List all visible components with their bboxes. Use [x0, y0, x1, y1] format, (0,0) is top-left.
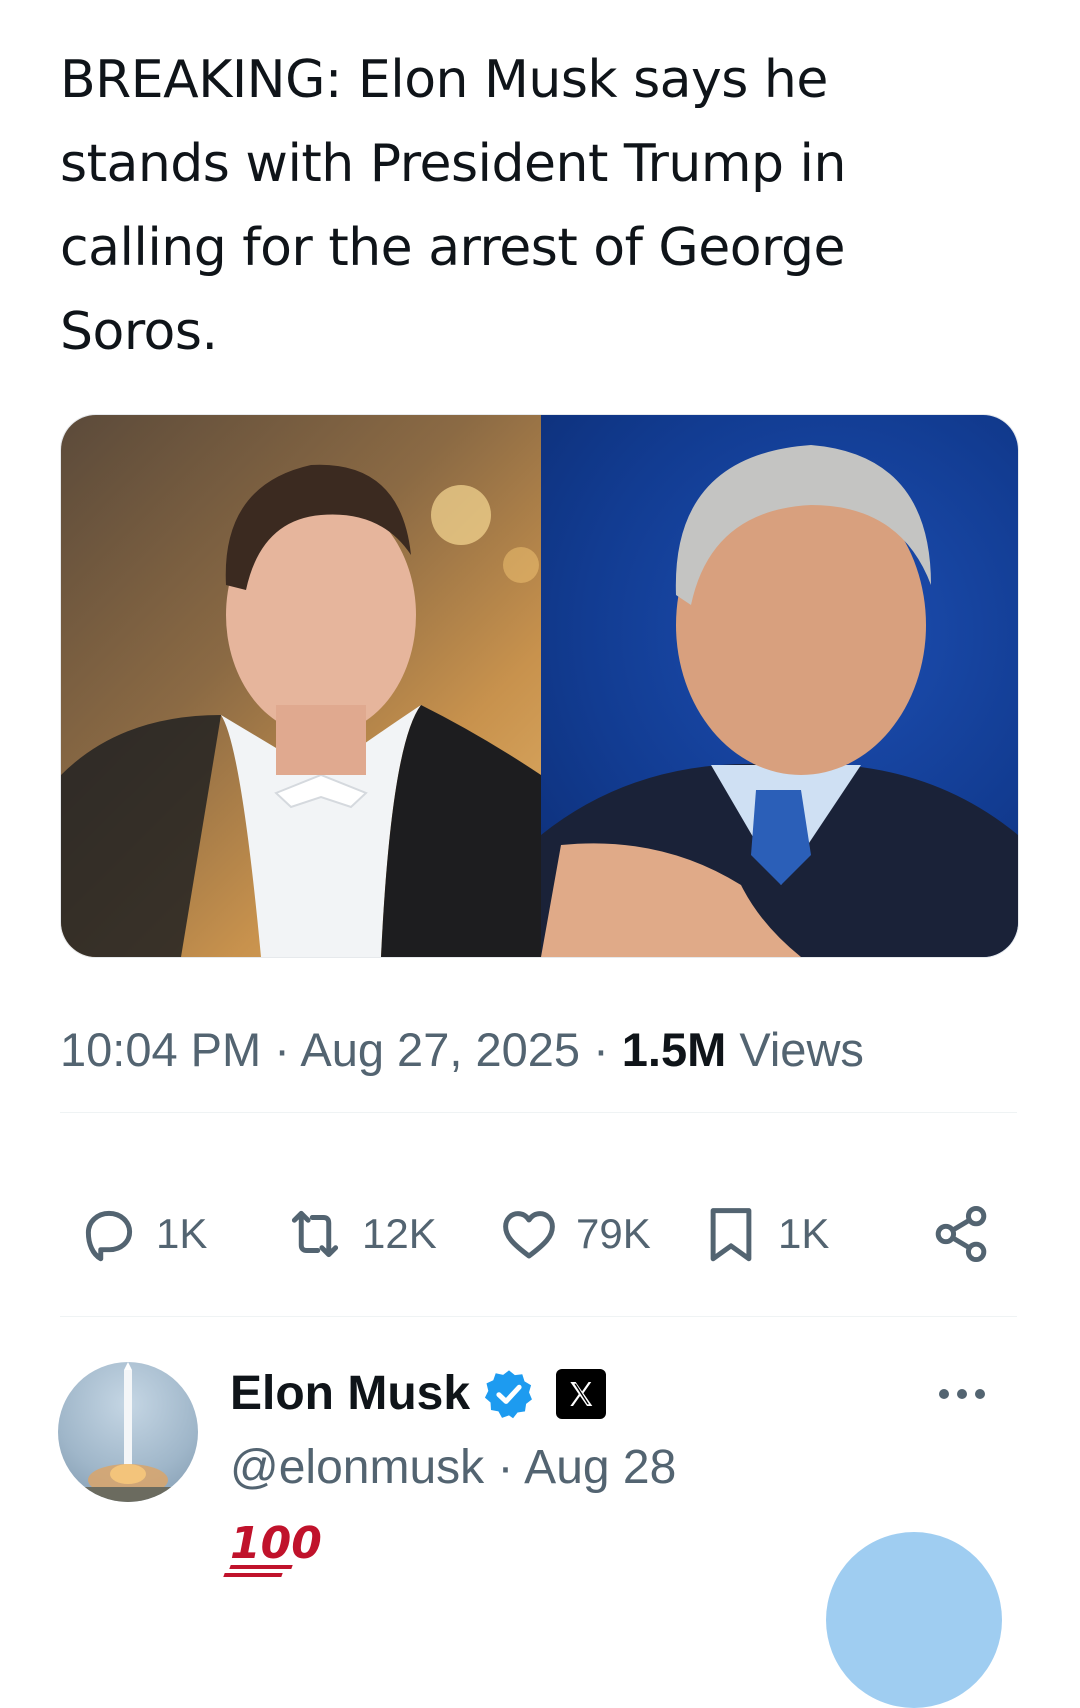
reply-body-text: 100 [230, 1518, 322, 1569]
compose-fab-button[interactable] [826, 1532, 1002, 1708]
divider-top [60, 1112, 1017, 1113]
like-icon [503, 1211, 555, 1259]
emoji-underline [223, 1573, 283, 1577]
author-name[interactable]: Elon Musk [230, 1366, 470, 1421]
bookmark-button[interactable]: 1K [698, 1198, 829, 1270]
hundred-points-emoji: 100 [223, 1518, 322, 1577]
portrait-right-graphic [541, 445, 1018, 957]
tweet-media[interactable] [60, 414, 1019, 958]
reply-button[interactable]: 1K [76, 1198, 207, 1270]
reply-date[interactable]: Aug 28 [524, 1441, 676, 1494]
handle-separator: · [484, 1441, 525, 1494]
repost-icon [291, 1210, 339, 1258]
divider-bottom [60, 1316, 1017, 1317]
meta-separator: · [580, 1023, 622, 1076]
more-icon[interactable] [936, 1386, 988, 1402]
views-count: 1.5M [621, 1023, 727, 1076]
repost-button[interactable]: 12K [282, 1198, 437, 1270]
share-button[interactable] [928, 1198, 1008, 1270]
tweet-meta: 10:04 PM · Aug 27, 2025 · 1.5M Views [60, 1022, 864, 1077]
reply-icon [85, 1210, 133, 1262]
verified-badge-icon [484, 1369, 532, 1418]
bookmark-icon [710, 1208, 752, 1262]
tweet-time[interactable]: 10:04 PM [60, 1023, 261, 1076]
avatar[interactable] [58, 1362, 198, 1502]
repost-count: 12K [362, 1210, 437, 1257]
action-bar: 1K 12K 79K 1K [76, 1198, 1016, 1270]
views-label: Views [739, 1023, 864, 1076]
media-image-right[interactable] [541, 415, 1018, 957]
reply-author: Elon Musk [230, 1366, 607, 1421]
reply-handle-line: @elonmusk · Aug 28 [230, 1440, 676, 1495]
portrait-left-graphic [61, 464, 541, 957]
tweet-date[interactable]: Aug 27, 2025 [300, 1023, 580, 1076]
like-count: 79K [576, 1210, 651, 1257]
share-icon [935, 1205, 987, 1263]
tweet-text: BREAKING: Elon Musk says he stands with … [60, 50, 846, 362]
emoji-underline [229, 1565, 293, 1569]
bookmark-count: 1K [778, 1210, 830, 1257]
media-image-left[interactable] [61, 415, 541, 957]
rocket-launch-graphic [58, 1362, 198, 1502]
author-handle[interactable]: @elonmusk [230, 1441, 484, 1494]
reply-count: 1K [156, 1210, 208, 1257]
like-button[interactable]: 79K [496, 1198, 651, 1270]
meta-separator: · [261, 1023, 301, 1076]
x-logo-icon [556, 1368, 607, 1419]
